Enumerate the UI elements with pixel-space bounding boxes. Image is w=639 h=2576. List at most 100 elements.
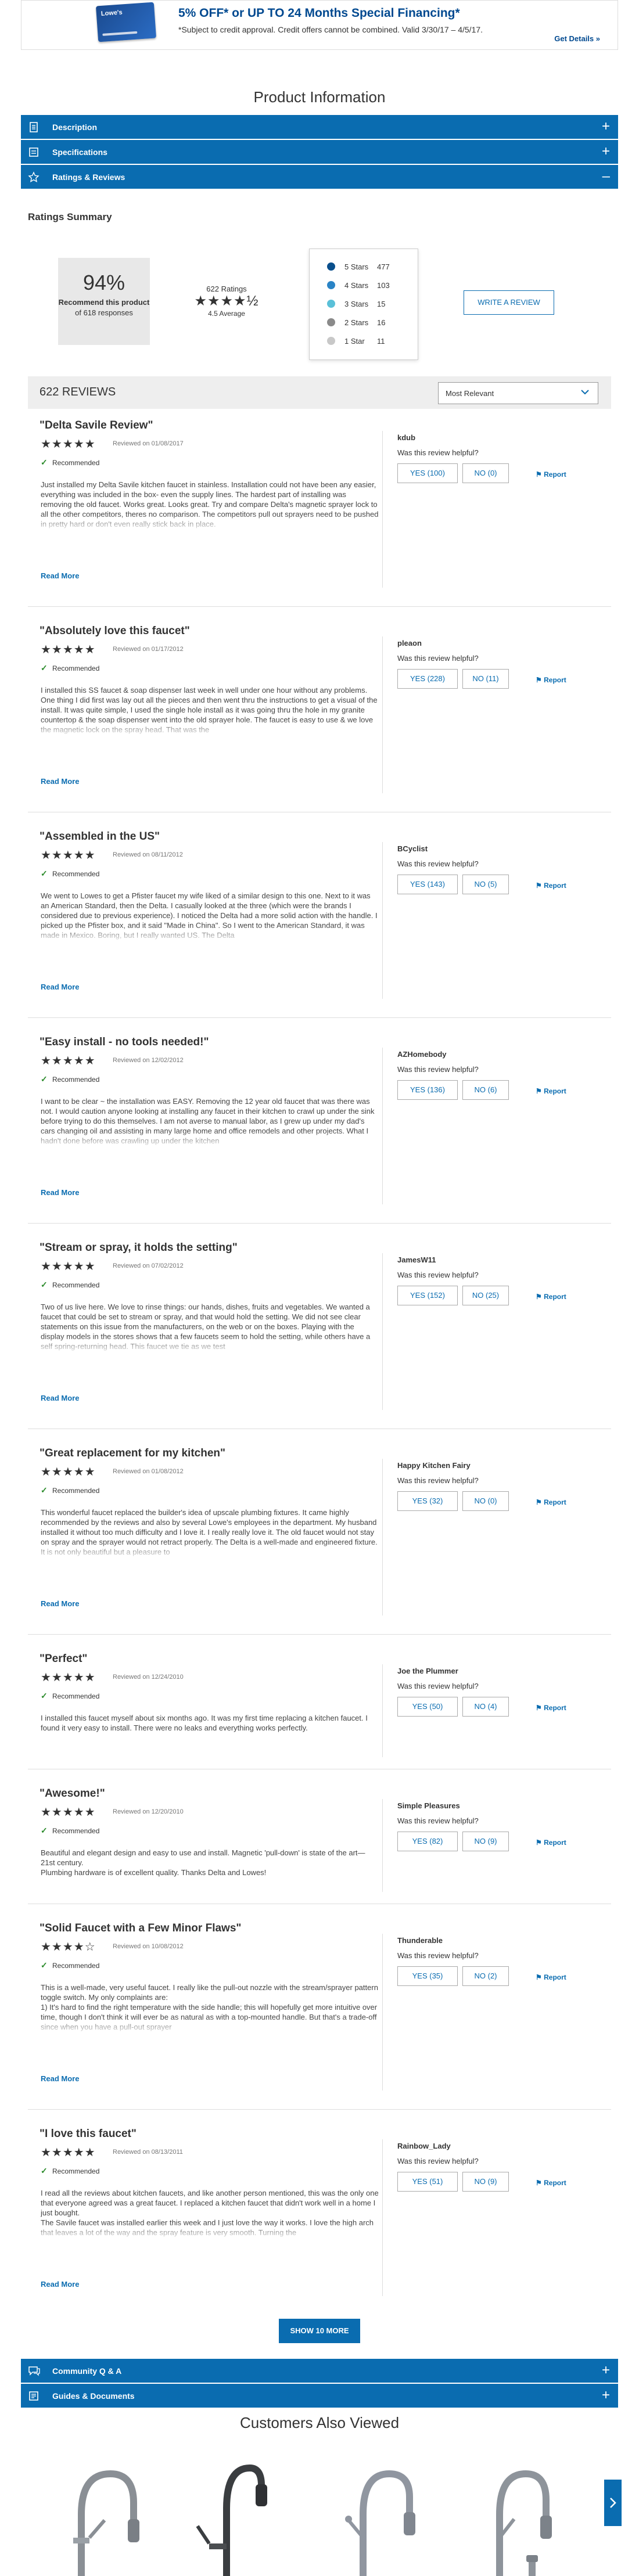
- read-more-link[interactable]: Read More: [41, 1599, 79, 1608]
- histogram-row-3[interactable]: 3 Stars 15: [327, 294, 418, 313]
- product-thumbnail-faucet-1[interactable]: [41, 2451, 151, 2576]
- review-date: Reviewed on 10/08/2012: [113, 1943, 184, 1950]
- sort-select[interactable]: Most Relevant: [438, 382, 598, 404]
- checkmark-icon: ✓: [41, 1960, 48, 1970]
- report-link[interactable]: ⚑ Report: [536, 1498, 566, 1506]
- report-link[interactable]: ⚑ Report: [536, 1839, 566, 1847]
- flag-icon: ⚑: [536, 470, 542, 478]
- review-title: "Stream or spray, it holds the setting": [40, 1242, 238, 1254]
- plus-icon[interactable]: +: [602, 119, 610, 134]
- histogram-row-5[interactable]: 5 Stars 477: [327, 257, 418, 276]
- review-date: Reviewed on 12/02/2012: [113, 1057, 184, 1064]
- helpful-yes-button[interactable]: YES (50): [397, 1697, 458, 1717]
- report-link[interactable]: ⚑ Report: [536, 470, 566, 478]
- accordion-ratings-reviews[interactable]: Ratings & Reviews –: [21, 165, 618, 189]
- recommended-label: Recommended: [52, 1487, 100, 1495]
- review-divider: [382, 1664, 383, 1757]
- helpful-prompt: Was this review helpful?: [397, 1816, 479, 1825]
- review-body: This wonderful faucet replaced the build…: [41, 1508, 379, 1560]
- ratings-summary-title: Ratings Summary: [28, 211, 112, 222]
- report-link[interactable]: ⚑ Report: [536, 1293, 566, 1301]
- review-title: "Assembled in the US": [40, 830, 160, 843]
- report-label: Report: [544, 1087, 566, 1095]
- helpful-yes-button[interactable]: YES (136): [397, 1080, 458, 1100]
- helpful-prompt: Was this review helpful?: [397, 448, 479, 457]
- accordion-community-qa[interactable]: Community Q & A +: [21, 2359, 618, 2383]
- helpful-no-button[interactable]: NO (9): [462, 2172, 509, 2192]
- read-more-link[interactable]: Read More: [41, 983, 79, 991]
- report-link[interactable]: ⚑ Report: [536, 2179, 566, 2187]
- flag-icon: ⚑: [536, 1293, 542, 1301]
- helpful-no-button[interactable]: NO (0): [462, 1491, 509, 1511]
- average-value: 4.5 Average: [208, 310, 245, 318]
- review-stars: ★★★★★: [41, 1055, 96, 1067]
- helpful-yes-button[interactable]: YES (51): [397, 2172, 458, 2192]
- report-label: Report: [544, 470, 566, 478]
- histogram-row-2[interactable]: 2 Stars 16: [327, 313, 418, 332]
- helpful-no-button[interactable]: NO (11): [462, 669, 509, 689]
- report-link[interactable]: ⚑ Report: [536, 676, 566, 684]
- helpful-yes-button[interactable]: YES (82): [397, 1832, 458, 1851]
- review-divider: [382, 1459, 383, 1616]
- review-stars: ★★★★★: [41, 438, 96, 451]
- minus-icon[interactable]: –: [602, 169, 610, 184]
- legend-dot: [327, 337, 335, 345]
- report-link[interactable]: ⚑ Report: [536, 1973, 566, 1981]
- recommended-label: Recommended: [52, 1281, 100, 1289]
- helpful-no-button[interactable]: NO (4): [462, 1697, 509, 1717]
- read-more-link[interactable]: Read More: [41, 1188, 79, 1197]
- get-details-link[interactable]: Get Details »: [554, 34, 600, 43]
- read-more-link[interactable]: Read More: [41, 2074, 79, 2083]
- helpful-yes-button[interactable]: YES (228): [397, 669, 458, 689]
- read-more-link[interactable]: Read More: [41, 1394, 79, 1402]
- review-stars: ★★★★★: [41, 643, 96, 656]
- helpful-yes-button[interactable]: YES (143): [397, 875, 458, 894]
- histogram-row-4[interactable]: 4 Stars 103: [327, 276, 418, 294]
- review-author: JamesW11: [397, 1255, 436, 1264]
- product-thumbnail-faucet-3[interactable]: [314, 2451, 424, 2576]
- checkmark-icon: ✓: [41, 458, 48, 467]
- plus-icon[interactable]: +: [602, 144, 610, 159]
- helpful-yes-button[interactable]: YES (32): [397, 1491, 458, 1511]
- helpful-no-button[interactable]: NO (5): [462, 875, 509, 894]
- helpful-no-button[interactable]: NO (6): [462, 1080, 509, 1100]
- helpful-no-button[interactable]: NO (0): [462, 463, 509, 483]
- report-link[interactable]: ⚑ Report: [536, 1087, 566, 1095]
- product-thumbnail-faucet-2[interactable]: [174, 2451, 285, 2576]
- helpful-no-button[interactable]: NO (2): [462, 1966, 509, 1986]
- accordion-guides-documents[interactable]: Guides & Documents +: [21, 2384, 618, 2408]
- total-ratings: 622 Ratings: [206, 285, 247, 293]
- histogram-label: 1 Star: [344, 336, 365, 346]
- report-link[interactable]: ⚑ Report: [536, 882, 566, 890]
- recommended-label: Recommended: [52, 1075, 100, 1084]
- plus-icon[interactable]: +: [602, 2388, 610, 2403]
- legend-dot: [327, 300, 335, 308]
- helpful-yes-button[interactable]: YES (152): [397, 1286, 458, 1305]
- review-separator: [28, 606, 611, 607]
- plus-icon[interactable]: +: [602, 2363, 610, 2378]
- carousel-next-button[interactable]: [604, 2480, 622, 2526]
- reviews-header: 622 REVIEWS Most Relevant: [28, 376, 611, 409]
- read-more-link[interactable]: Read More: [41, 777, 79, 786]
- checkmark-icon: ✓: [41, 1826, 48, 1835]
- product-thumbnail-faucet-4[interactable]: [453, 2451, 563, 2576]
- read-more-link[interactable]: Read More: [41, 2280, 79, 2289]
- read-more-link[interactable]: Read More: [41, 571, 79, 580]
- report-label: Report: [544, 1839, 566, 1847]
- helpful-yes-button[interactable]: YES (35): [397, 1966, 458, 1986]
- star-icon: [28, 171, 40, 183]
- write-review-button[interactable]: WRITE A REVIEW: [464, 290, 554, 315]
- helpful-yes-button[interactable]: YES (100): [397, 463, 458, 483]
- helpful-no-button[interactable]: NO (25): [462, 1286, 509, 1305]
- accordion-specifications[interactable]: Specifications +: [21, 140, 618, 164]
- accordion-description[interactable]: Description +: [21, 115, 618, 139]
- promo-headline: 5% OFF* or UP TO 24 Months Special Finan…: [178, 6, 460, 20]
- report-link[interactable]: ⚑ Report: [536, 1704, 566, 1712]
- histogram-label: 3 Stars: [344, 299, 369, 308]
- helpful-no-button[interactable]: NO (9): [462, 1832, 509, 1851]
- histogram-row-1[interactable]: 1 Star 11: [327, 332, 418, 350]
- show-more-button[interactable]: SHOW 10 MORE: [279, 2319, 360, 2343]
- review-stars: ★★★★☆: [41, 1941, 96, 1953]
- flag-icon: ⚑: [536, 1498, 542, 1506]
- review-title: "Solid Faucet with a Few Minor Flaws": [40, 1922, 242, 1934]
